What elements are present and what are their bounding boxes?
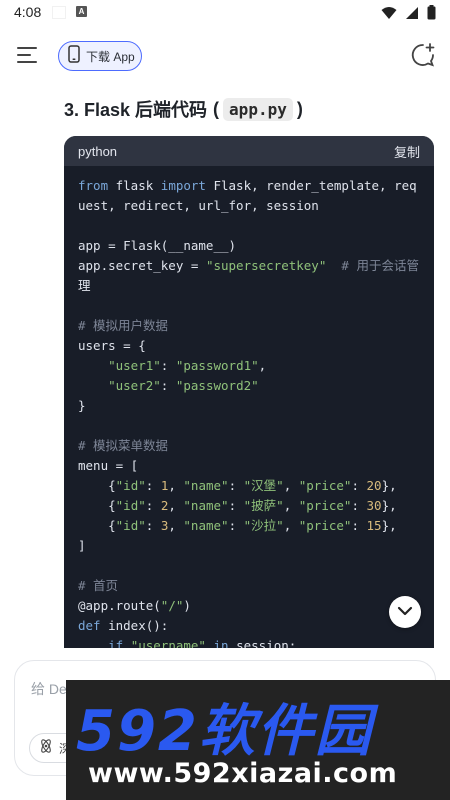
code-line: {"id": 1, "name": "汉堡", "price": 20}, bbox=[78, 478, 397, 493]
code-line: @app.route("/") bbox=[78, 598, 191, 613]
code-line: 理 bbox=[78, 278, 91, 293]
code-line: # 模拟用户数据 bbox=[78, 318, 169, 333]
atom-icon bbox=[38, 738, 54, 759]
paren-open: ( bbox=[213, 98, 220, 119]
code-block: python 复制 from flask import Flask, rende… bbox=[64, 136, 434, 648]
wifi-icon bbox=[381, 6, 397, 25]
download-app-button[interactable]: 下载 App bbox=[58, 41, 142, 71]
section-heading-text: 3. Flask 后端代码 bbox=[64, 100, 208, 120]
code-line: {"id": 2, "name": "披萨", "price": 30}, bbox=[78, 498, 397, 513]
menu-icon[interactable] bbox=[14, 42, 40, 68]
code-line: "user1": "password1", bbox=[108, 358, 267, 373]
code-line: menu = [ bbox=[78, 458, 139, 473]
code-line: if "username" in session: bbox=[108, 638, 297, 648]
code-line: } bbox=[78, 398, 86, 413]
scroll-down-button[interactable] bbox=[389, 596, 421, 628]
watermark-logo-text: 592软件园 bbox=[76, 699, 373, 764]
code-line: def index(): bbox=[78, 618, 169, 633]
code-line: users = { bbox=[78, 338, 146, 353]
status-icons bbox=[381, 5, 436, 25]
code-line: # 首页 bbox=[78, 578, 119, 593]
code-line: "user2": "password2" bbox=[108, 378, 259, 393]
paren-close: ) bbox=[296, 98, 303, 119]
phone-icon bbox=[68, 44, 80, 68]
code-line: # 模拟菜单数据 bbox=[78, 438, 169, 453]
code-block-header: python 复制 bbox=[64, 136, 434, 166]
code-line: from flask import Flask, render_template… bbox=[78, 178, 417, 193]
signal-icon bbox=[405, 6, 419, 25]
status-notification-placeholder bbox=[52, 6, 66, 19]
code-line: {"id": 3, "name": "沙拉", "price": 15}, bbox=[78, 518, 397, 533]
status-bar: 4:08 A bbox=[0, 0, 450, 26]
section-heading: 3. Flask 后端代码 ( app.py ) bbox=[64, 96, 303, 122]
message-input-placeholder: 给 De bbox=[31, 681, 67, 697]
a-square-icon: A bbox=[76, 6, 87, 17]
chevron-down-icon bbox=[397, 603, 413, 621]
watermark-overlay: 592软件园 www.592xiazai.com bbox=[66, 680, 450, 800]
code-body: from flask import Flask, render_template… bbox=[64, 166, 434, 648]
app-header: 下载 App bbox=[0, 26, 450, 84]
code-line: uest, redirect, url_for, session bbox=[78, 198, 319, 213]
battery-icon bbox=[427, 5, 436, 25]
code-language-label: python bbox=[78, 143, 118, 159]
new-chat-icon[interactable] bbox=[410, 42, 436, 68]
status-time: 4:08 bbox=[14, 4, 42, 20]
code-line: app.secret_key = "supersecretkey" # 用于会话… bbox=[78, 258, 419, 273]
download-app-label: 下载 App bbox=[86, 49, 135, 64]
copy-button[interactable]: 复制 bbox=[394, 142, 420, 161]
code-line: ] bbox=[78, 538, 86, 553]
code-line: app = Flask(__name__) bbox=[78, 238, 237, 253]
inline-code-filename: app.py bbox=[223, 97, 293, 121]
watermark-url: www.592xiazai.com bbox=[88, 758, 398, 789]
